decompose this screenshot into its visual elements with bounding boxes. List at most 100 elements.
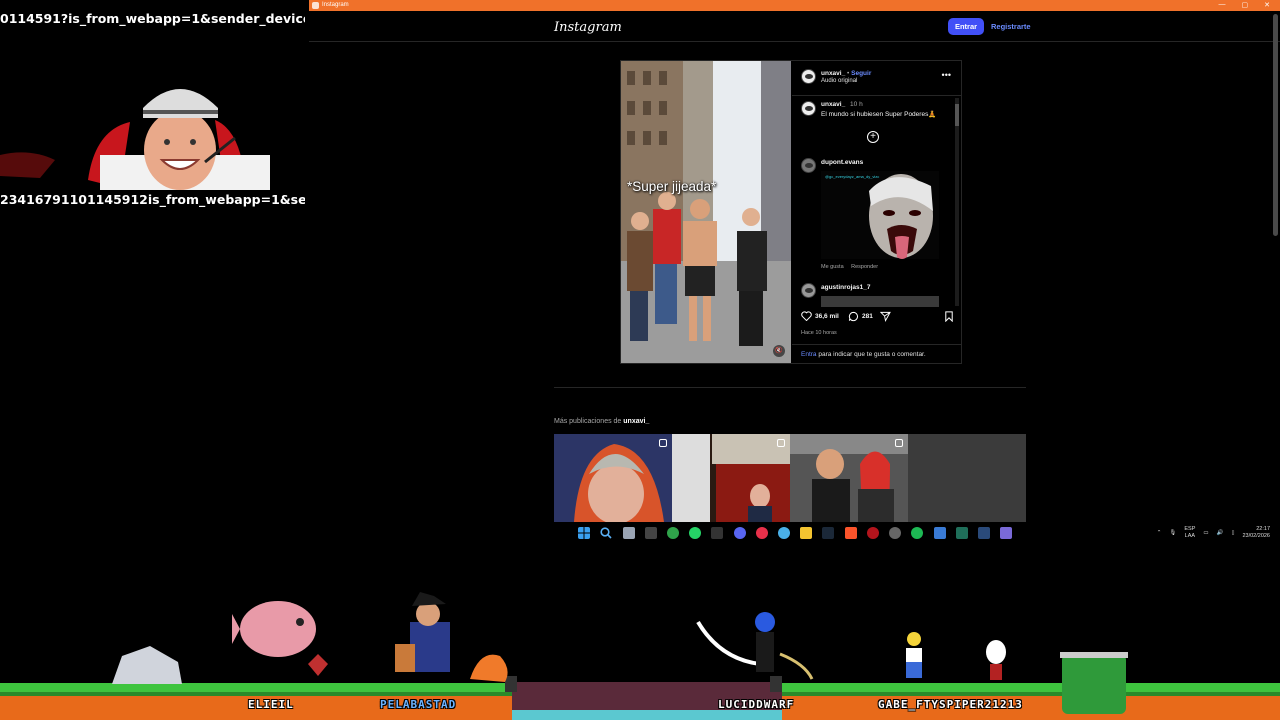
post-video[interactable]: *Super jijeada* 🔇: [621, 61, 791, 363]
post-thumbnail[interactable]: [554, 434, 672, 522]
gif-watermark: @gc_everydayz_ama_dy_vizc: [825, 174, 880, 179]
comments-count[interactable]: 281: [862, 313, 873, 320]
more-options-icon[interactable]: •••: [942, 70, 951, 80]
instagram-app-icon: [312, 2, 319, 9]
battery-icon[interactable]: ▯: [1231, 530, 1234, 536]
mute-icon[interactable]: 🔇: [773, 345, 785, 357]
comment-icon[interactable]: [848, 311, 859, 322]
instagram-logo[interactable]: Instagram: [554, 20, 622, 35]
spotify-icon[interactable]: [911, 527, 923, 539]
comments-scrollbar[interactable]: [955, 98, 959, 306]
url-overlay-text: 0114591?is_from_webapp=1&sender_device=p…: [0, 11, 305, 26]
volume-icon[interactable]: 🔊: [1217, 530, 1224, 536]
post-thumbnail[interactable]: [908, 434, 1026, 522]
file-explorer-icon[interactable]: [800, 527, 812, 539]
clock-time: 22:17: [1256, 526, 1270, 532]
comment-author[interactable]: dupont.evans: [821, 159, 863, 166]
app-icon-green[interactable]: [956, 527, 968, 539]
heart-icon[interactable]: [801, 311, 812, 321]
language-indicator[interactable]: ESP LAA: [1184, 526, 1195, 540]
clock-date: 23/02/2026: [1242, 533, 1270, 539]
register-link[interactable]: Registrarte: [991, 18, 1031, 35]
instagram-header: Instagram Entrar Registrarte: [309, 11, 1280, 42]
comment-reply-button[interactable]: Responder: [851, 264, 878, 270]
app-icon-blue[interactable]: [934, 527, 946, 539]
bookmark-icon[interactable]: [944, 311, 954, 322]
close-button[interactable]: ✕: [1264, 1, 1270, 9]
load-more-comments-icon[interactable]: +: [867, 131, 879, 143]
login-prompt-link[interactable]: Entra: [801, 351, 817, 358]
reel-icon: [777, 439, 785, 447]
reel-icon: [659, 439, 667, 447]
url-overlay-text-2: 23416791101145912is_from_webapp=1&sender…: [0, 192, 305, 207]
settings-icon[interactable]: [889, 527, 901, 539]
section-divider: [554, 387, 1026, 388]
post-card: *Super jijeada* 🔇 unxavi_ • Seguir Audio…: [620, 60, 962, 364]
comment-gif: @gc_everydayz_ama_dy_vizc: [821, 171, 939, 259]
webcam-feed: [0, 60, 305, 190]
post-author[interactable]: unxavi_: [821, 70, 845, 77]
separator-dot: •: [847, 70, 850, 77]
network-icon[interactable]: ▭: [1203, 530, 1208, 536]
browser-window: Instagram — ▢ ✕ Instagram Entrar Registr…: [309, 0, 1280, 522]
comments-list: unxavi_ 10 h El mundo si hubiesen Super …: [792, 95, 961, 307]
post-time: Hace 10 horas: [801, 330, 837, 336]
task-view-icon[interactable]: [623, 527, 635, 539]
thumbnail-image: [554, 434, 672, 522]
clock[interactable]: 22:17 23/02/2026: [1242, 526, 1270, 540]
page-scrollbar[interactable]: [1273, 14, 1278, 514]
windows-taskbar: ⌃ 🎙 ESP LAA ▭ 🔊 ▯ 22:17 23/02/2026: [0, 522, 1280, 544]
share-icon[interactable]: [880, 311, 891, 322]
screen: 0114591?is_from_webapp=1&sender_device=p…: [0, 0, 1280, 720]
thumbnail-image: [672, 434, 790, 522]
post-thumbnail[interactable]: [790, 434, 908, 522]
stream-game-overlay: ELIEIL PELABASTAD LUCIDDWARF GABE_FTYSPI…: [0, 544, 1280, 720]
app-icon-purple[interactable]: [1000, 527, 1012, 539]
maximize-button[interactable]: ▢: [1242, 1, 1249, 9]
brave-icon[interactable]: [845, 527, 857, 539]
app-icon[interactable]: [711, 527, 723, 539]
comment-author-2[interactable]: agustinrojas1_7: [821, 284, 871, 291]
login-button[interactable]: Entrar: [948, 18, 984, 35]
pixel-game-scene: [0, 592, 1280, 720]
follow-button[interactable]: Seguir: [851, 70, 871, 77]
comment-like-button[interactable]: Me gusta: [821, 264, 844, 270]
app-icon-red[interactable]: [756, 527, 768, 539]
caption-author[interactable]: unxavi_: [821, 101, 845, 108]
app-icon-dark-red[interactable]: [867, 527, 879, 539]
caption-text: El mundo si hubiesen Super Poderes🧘: [821, 111, 937, 118]
author-avatar[interactable]: [801, 69, 816, 84]
vampire-gif-image: [821, 171, 939, 259]
keyboard-layout: LAA: [1184, 533, 1196, 539]
mic-icon[interactable]: 🎙: [1169, 530, 1176, 536]
browser-icon[interactable]: [778, 527, 790, 539]
steam-icon-2[interactable]: [978, 527, 990, 539]
more-posts-grid: [554, 434, 1026, 522]
caption-time: 10 h: [850, 101, 863, 108]
search-icon[interactable]: [600, 527, 612, 539]
caption-avatar[interactable]: [801, 101, 816, 116]
street-scene-image: [621, 61, 791, 363]
post-thumbnail[interactable]: [672, 434, 790, 522]
audio-label[interactable]: Audio original: [821, 78, 857, 84]
comment-avatar[interactable]: [801, 158, 816, 173]
widgets-icon[interactable]: [645, 527, 657, 539]
window-title: Instagram: [322, 2, 349, 8]
system-tray: ⌃ 🎙 ESP LAA ▭ 🔊 ▯ 22:17 23/02/2026: [1157, 526, 1270, 540]
likes-count[interactable]: 36,6 mil: [815, 313, 839, 320]
chevron-up-icon[interactable]: ⌃: [1157, 530, 1162, 536]
discord-icon[interactable]: [734, 527, 746, 539]
thumbnail-image: [908, 434, 1026, 522]
login-prompt-text: para indicar que te gusta o comentar.: [816, 351, 926, 358]
windows-start-icon[interactable]: [578, 527, 590, 539]
whatsapp-icon[interactable]: [689, 527, 701, 539]
login-prompt: Entra para indicar que te gusta o coment…: [792, 344, 961, 358]
comment-avatar-2[interactable]: [801, 283, 816, 298]
more-posts-heading: Más publicaciones de unxavi_: [554, 418, 649, 425]
xbox-icon[interactable]: [667, 527, 679, 539]
video-caption-overlay: *Super jijeada*: [627, 179, 717, 194]
more-posts-author[interactable]: unxavi_: [623, 418, 649, 425]
minimize-button[interactable]: —: [1219, 1, 1226, 9]
steam-icon[interactable]: [822, 527, 834, 539]
language-code: ESP: [1184, 526, 1196, 532]
